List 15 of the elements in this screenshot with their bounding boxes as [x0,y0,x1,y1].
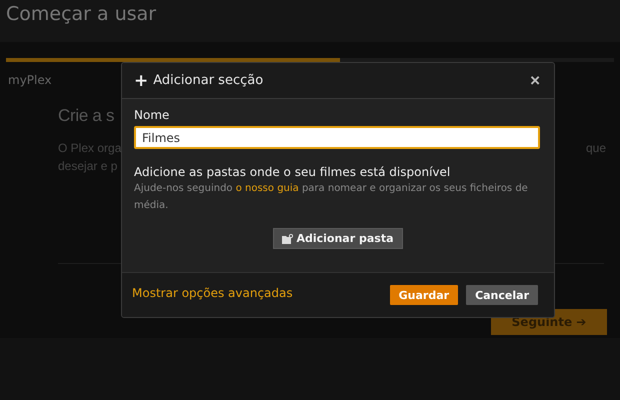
field-label: Nome [134,108,170,122]
add-folder-button[interactable]: Adicionar pasta [273,228,403,249]
folders-heading: Adicione as pastas onde o seu filmes está disponível [134,165,452,179]
cancel-button[interactable]: Cancelar [466,285,538,305]
plus-icon: + [134,70,148,90]
dialog-title: Adicionar secção [153,73,264,88]
advanced-options-link[interactable]: Mostrar opções avançadas [132,286,293,300]
page-title: Começar a usar [6,3,158,25]
step-label: myPlex [8,73,52,87]
section-heading: Crie a s [58,106,114,126]
help-text: Ajude-nos seguindo o nosso guia para nomear e organizar os seus ficheiros de média. [134,182,529,213]
folder-icon [282,234,294,244]
close-button[interactable]: × [526,70,544,90]
name-input-field[interactable]: Filmes [134,126,540,149]
guide-link[interactable]: o nosso guia [236,183,299,194]
